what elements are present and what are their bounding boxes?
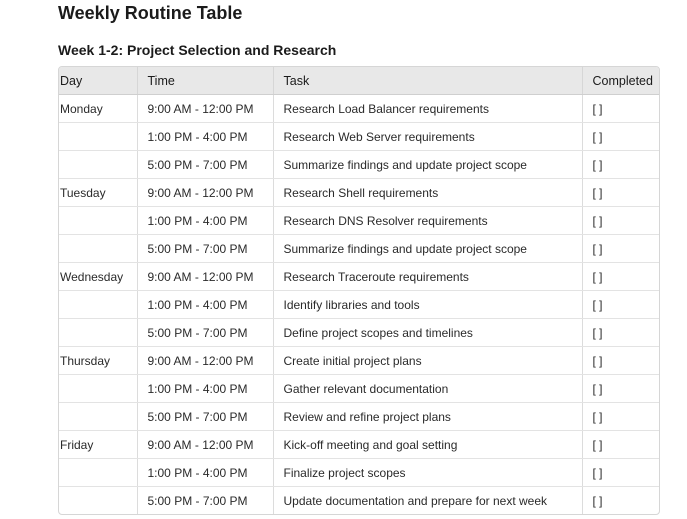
task-cell: Create initial project plans <box>273 346 583 375</box>
table-row: Friday 9:00 AM - 12:00 PM Kick-off meeting… <box>59 430 659 459</box>
routine-table-container: Day Time Task Completed Monday 9:00 AM - … <box>58 66 660 515</box>
day-cell: Monday <box>59 94 138 123</box>
task-cell: Kick-off meeting and goal setting <box>273 430 583 459</box>
table-row: 1:00 PM - 4:00 PM Research Web Server req… <box>59 122 659 151</box>
completed-checkbox: [ ] <box>582 150 659 179</box>
task-cell: Define project scopes and timelines <box>273 318 583 347</box>
completed-checkbox: [ ] <box>582 234 659 263</box>
task-cell: Research Shell requirements <box>273 178 583 207</box>
time-cell: 9:00 AM - 12:00 PM <box>137 346 274 375</box>
completed-checkbox: [ ] <box>582 430 659 459</box>
time-cell: 9:00 AM - 12:00 PM <box>137 94 274 123</box>
time-cell: 1:00 PM - 4:00 PM <box>137 458 274 487</box>
header-task: Task <box>273 67 583 95</box>
time-cell: 1:00 PM - 4:00 PM <box>137 122 274 151</box>
task-cell: Research Web Server requirements <box>273 122 583 151</box>
day-cell <box>59 402 138 431</box>
day-cell <box>59 458 138 487</box>
day-cell <box>59 290 138 319</box>
task-cell: Finalize project scopes <box>273 458 583 487</box>
completed-checkbox: [ ] <box>582 346 659 375</box>
header-time: Time <box>137 67 274 95</box>
task-cell: Research DNS Resolver requirements <box>273 206 583 235</box>
time-cell: 9:00 AM - 12:00 PM <box>137 178 274 207</box>
task-cell: Gather relevant documentation <box>273 374 583 403</box>
header-completed: Completed <box>582 67 659 95</box>
day-cell <box>59 486 138 514</box>
completed-checkbox: [ ] <box>582 178 659 207</box>
table-row: 1:00 PM - 4:00 PM Gather relevant documen… <box>59 374 659 403</box>
task-cell: Summarize findings and update project sc… <box>273 234 583 263</box>
time-cell: 9:00 AM - 12:00 PM <box>137 430 274 459</box>
table-row: 5:00 PM - 7:00 PM Summarize findings and … <box>59 150 659 179</box>
day-cell: Wednesday <box>59 262 138 291</box>
time-cell: 5:00 PM - 7:00 PM <box>137 486 274 514</box>
time-cell: 1:00 PM - 4:00 PM <box>137 206 274 235</box>
day-cell: Friday <box>59 430 138 459</box>
table-header: Day Time Task Completed <box>59 67 659 95</box>
table-row: Monday 9:00 AM - 12:00 PM Research Load Ba… <box>59 94 659 123</box>
time-cell: 5:00 PM - 7:00 PM <box>137 234 274 263</box>
header-row: Day Time Task Completed <box>59 67 659 95</box>
routine-table: Day Time Task Completed Monday 9:00 AM - … <box>59 67 659 514</box>
task-cell: Research Load Balancer requirements <box>273 94 583 123</box>
time-cell: 5:00 PM - 7:00 PM <box>137 150 274 179</box>
day-cell <box>59 150 138 179</box>
table-row: Wednesday 9:00 AM - 12:00 PM Research Trac… <box>59 262 659 291</box>
time-cell: 5:00 PM - 7:00 PM <box>137 402 274 431</box>
task-cell: Identify libraries and tools <box>273 290 583 319</box>
table-row: 1:00 PM - 4:00 PM Research DNS Resolver r… <box>59 206 659 235</box>
task-cell: Summarize findings and update project sc… <box>273 150 583 179</box>
task-cell: Research Traceroute requirements <box>273 262 583 291</box>
completed-checkbox: [ ] <box>582 290 659 319</box>
day-cell <box>59 122 138 151</box>
day-cell <box>59 206 138 235</box>
table-row: 5:00 PM - 7:00 PM Summarize findings and … <box>59 234 659 263</box>
time-cell: 9:00 AM - 12:00 PM <box>137 262 274 291</box>
completed-checkbox: [ ] <box>582 402 659 431</box>
table-row: 5:00 PM - 7:00 PM Define project scopes a… <box>59 318 659 347</box>
completed-checkbox: [ ] <box>582 94 659 123</box>
completed-checkbox: [ ] <box>592 493 603 508</box>
time-cell: 1:00 PM - 4:00 PM <box>137 374 274 403</box>
page-title: Weekly Routine Table <box>58 3 243 23</box>
header-day: Day <box>59 67 138 95</box>
day-cell: Thursday <box>59 346 138 375</box>
completed-checkbox: [ ] <box>582 318 659 347</box>
completed-checkbox: [ ] <box>582 374 659 403</box>
completed-checkbox: [ ] <box>582 122 659 151</box>
time-cell: 1:00 PM - 4:00 PM <box>137 290 274 319</box>
table-row: 1:00 PM - 4:00 PM Identify libraries and … <box>59 290 659 319</box>
time-cell: 5:00 PM - 7:00 PM <box>137 318 274 347</box>
table-row: 5:00 PM - 7:00 PM Update documentation an… <box>59 486 659 514</box>
table-body: Monday 9:00 AM - 12:00 PM Research Load Ba… <box>59 94 659 514</box>
day-cell <box>59 234 138 263</box>
day-cell <box>59 318 138 347</box>
table-row: Tuesday 9:00 AM - 12:00 PM Research Shell … <box>59 178 659 207</box>
day-cell: Tuesday <box>59 178 138 207</box>
table-row: 1:00 PM - 4:00 PM Finalize project scopes… <box>59 458 659 487</box>
table-row: 5:00 PM - 7:00 PM Review and refine proje… <box>59 402 659 431</box>
task-cell: Update documentation and prepare for nex… <box>273 486 583 514</box>
table-row: Thursday 9:00 AM - 12:00 PM Create initial… <box>59 346 659 375</box>
day-cell <box>59 374 138 403</box>
completed-checkbox: [ ] <box>582 206 659 235</box>
section-title: Week 1-2: Project Selection and Research <box>58 42 337 58</box>
completed-checkbox: [ ] <box>582 458 659 487</box>
task-cell: Review and refine project plans <box>273 402 583 431</box>
completed-checkbox: [ ] <box>582 262 659 291</box>
